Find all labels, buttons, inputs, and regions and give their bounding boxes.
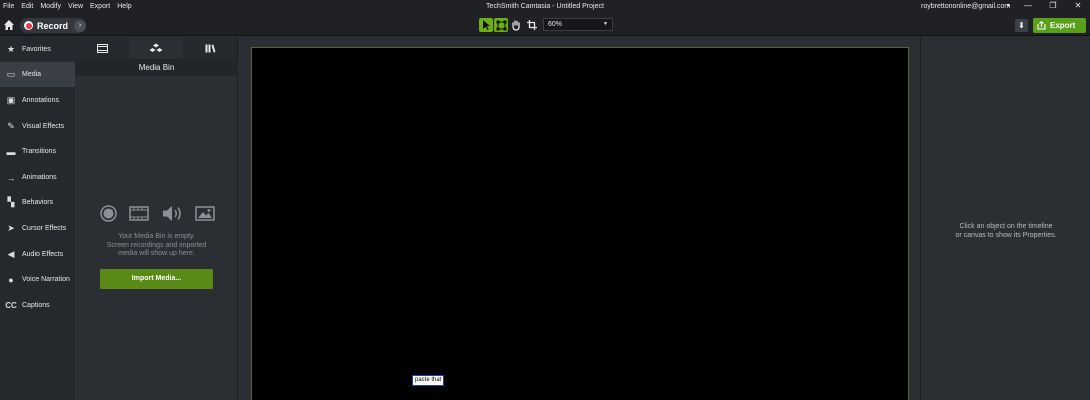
minimize-button[interactable]: — [1021,1,1035,10]
film-icon: ▭ [6,69,16,79]
chevron-down-icon: ▼ [603,21,608,27]
empty-state-icons [100,204,215,222]
speaker-icon: ◀ [7,249,15,259]
tab-media-bin[interactable] [75,37,129,59]
tab-stock[interactable] [183,37,237,59]
sidebar-item-label: Animations [22,174,57,181]
zoom-select[interactable]: 60% ▼ [543,18,613,31]
crop-icon[interactable] [525,18,539,32]
export-button[interactable]: Export [1033,18,1086,33]
image-icon [195,205,215,221]
sidebar-item-animations[interactable]: → Animations [0,165,75,190]
magic-wand-icon: ✎ [7,121,15,131]
library-assets-icon [149,43,163,52]
media-bin-panel: Media Bin Your Media Bin is empty. Scree… [75,37,238,400]
empty-state-message: Your Media Bin is empty. Screen recordin… [75,233,238,259]
home-icon[interactable] [3,19,15,31]
account-dropdown-icon[interactable]: ▾ [1007,2,1010,9]
empty-line-3: media will show up here. [118,250,195,257]
export-icon [1037,21,1046,30]
sidebar-item-label: Transitions [22,148,56,155]
account-email[interactable]: roybrettononline@gmail.com [921,3,1010,10]
sidebar-item-audio-effects[interactable]: ◀ Audio Effects [0,242,75,267]
download-icon[interactable]: ⬇ [1015,19,1028,32]
close-button[interactable]: ✕ [1071,1,1085,10]
record-icon [24,21,33,30]
bin-tabs [75,37,238,59]
pan-hand-icon[interactable] [509,18,523,32]
microphone-icon: ● [8,274,14,285]
books-icon [205,44,215,52]
sidebar-item-label: Visual Effects [22,123,65,130]
sidebar-item-visual-effects[interactable]: ✎ Visual Effects [0,114,75,139]
sidebar-item-media[interactable]: ▭ Media [0,62,75,87]
film-icon [129,205,150,221]
record-icon [100,204,117,222]
edit-nodes-icon[interactable] [494,18,508,32]
record-options-icon[interactable]: › [74,19,86,32]
sidebar-item-transitions[interactable]: ▬ Transitions [0,139,75,164]
toolbar: Record › 60% ▼ ⬇ Export [0,14,1090,36]
empty-line-1: Your Media Bin is empty. [118,233,195,240]
sidebar-item-label: Annotations [22,97,59,104]
sidebar-item-label: Media [22,71,42,78]
animation-arrow-icon: → [6,172,16,183]
cursor-icon: ➤ [7,223,15,233]
canvas-area: paste that [238,37,920,400]
sidebar-item-annotations[interactable]: ▣ Annotations [0,88,75,113]
sidebar-item-label: Voice Narration [22,276,70,283]
sidebar-item-label: Favorites [22,46,51,53]
sidebar-item-captions[interactable]: CC Captions [0,293,75,318]
sidebar-item-label: Captions [22,302,50,309]
sidebar: ★ Favorites ▭ Media ▣ Annotations ✎ Visu… [0,37,75,400]
sidebar-item-cursor-effects[interactable]: ➤ Cursor Effects [0,216,75,241]
paste-text-box[interactable]: paste that [412,375,445,386]
record-label: Record [37,20,69,31]
empty-line-2: Screen recordings and imported [106,241,207,249]
properties-hint: Click an object on the timeline or canva… [921,223,1090,240]
tab-library[interactable] [129,37,183,59]
properties-hint-line-2: or canvas to show its Properties. [955,231,1057,239]
zoom-value: 60% [548,21,563,28]
behaviors-icon: ▚ [7,197,15,207]
record-button[interactable]: Record › [20,18,86,33]
speaker-icon [162,205,181,221]
sidebar-item-label: Behaviors [22,199,54,206]
properties-panel: Click an object on the timeline or canva… [920,37,1090,400]
preview-canvas[interactable]: paste that [251,47,909,400]
sidebar-item-favorites[interactable]: ★ Favorites [0,37,75,62]
sidebar-item-voice-narration[interactable]: ● Voice Narration [0,267,75,292]
properties-hint-line-1: Click an object on the timeline [959,223,1053,230]
export-label: Export [1050,21,1076,30]
select-arrow-icon[interactable] [479,18,493,32]
annotation-icon: ▣ [6,95,16,105]
media-bin-title: Media Bin [75,59,238,76]
sidebar-item-label: Cursor Effects [22,225,67,232]
film-icon [96,43,108,53]
star-icon: ★ [6,44,16,54]
sidebar-item-behaviors[interactable]: ▚ Behaviors [0,190,75,215]
import-media-button[interactable]: Import Media... [100,269,213,289]
restore-button[interactable]: ❐ [1046,1,1060,10]
sidebar-item-label: Audio Effects [22,251,64,258]
transition-icon: ▬ [6,146,16,157]
captions-icon: CC [5,301,17,310]
menu-bar: File Edit Modify View Export Help TechSm… [0,0,1090,14]
